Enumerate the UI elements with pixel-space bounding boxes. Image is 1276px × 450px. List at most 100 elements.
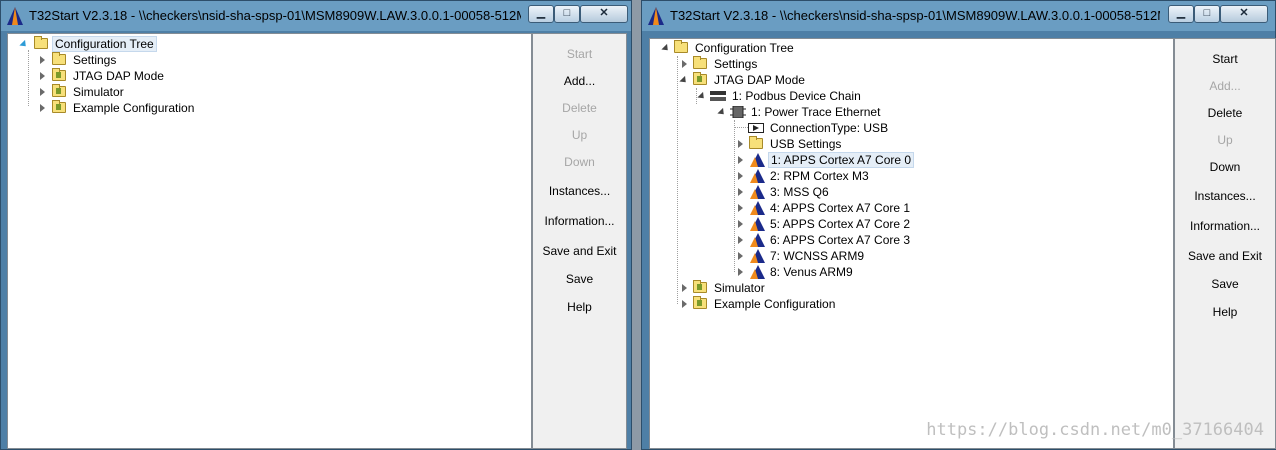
tree-item-label: Simulator	[714, 281, 765, 295]
folder-icon	[34, 36, 48, 49]
expanded-arrow-icon[interactable]	[697, 91, 707, 102]
expanded-arrow-icon[interactable]	[717, 107, 727, 118]
save-and-exit-button[interactable]: Save and Exit	[533, 244, 626, 258]
expanded-arrow-icon[interactable]	[679, 75, 689, 86]
close-button[interactable]: ✕	[1220, 5, 1268, 23]
tree-item-label: JTAG DAP Mode	[714, 73, 805, 87]
folder-icon	[749, 136, 763, 149]
collapsed-arrow-icon[interactable]	[738, 252, 743, 260]
tree-item-label: 6: APPS Cortex A7 Core 3	[770, 233, 911, 247]
tree-item-label: 1: APPS Cortex A7 Core 0	[768, 152, 915, 168]
trace32-logo-icon	[648, 7, 664, 25]
collapsed-arrow-icon[interactable]	[682, 60, 687, 68]
minimize-button[interactable]: ▁	[528, 5, 554, 23]
collapsed-arrow-icon[interactable]	[738, 220, 743, 228]
folder-icon	[52, 84, 66, 97]
collapsed-arrow-icon[interactable]	[738, 172, 743, 180]
collapsed-arrow-icon[interactable]	[738, 140, 743, 148]
tree-item-label: Simulator	[73, 85, 124, 99]
core-icon	[750, 217, 765, 231]
delete-button[interactable]: Delete	[533, 101, 626, 115]
collapsed-arrow-icon[interactable]	[40, 88, 45, 96]
core-icon	[750, 265, 765, 279]
tree-item-label: ConnectionType: USB	[770, 121, 889, 135]
save-and-exit-button[interactable]: Save and Exit	[1175, 249, 1275, 263]
collapsed-arrow-icon[interactable]	[738, 156, 743, 164]
up-button[interactable]: Up	[533, 128, 626, 142]
chip-icon	[730, 106, 746, 118]
tree-item-label: Settings	[73, 53, 117, 67]
window-title: T32Start V2.3.18 - \\checkers\nsid-sha-s…	[670, 8, 1160, 23]
watermark: https://blog.csdn.net/m0_37166404	[926, 420, 1264, 440]
tree-item-label: 3: MSS Q6	[770, 185, 829, 199]
down-button[interactable]: Down	[533, 155, 626, 169]
folder-icon	[693, 280, 707, 293]
delete-button[interactable]: Delete	[1175, 106, 1275, 120]
window-title: T32Start V2.3.18 - \\checkers\nsid-sha-s…	[29, 8, 521, 23]
tree-item-label: Example Configuration	[73, 101, 195, 115]
expanded-arrow-icon[interactable]	[661, 43, 671, 54]
help-button[interactable]: Help	[533, 300, 626, 314]
information-button[interactable]: Information...	[1175, 219, 1275, 233]
tree-item-label: 5: APPS Cortex A7 Core 2	[770, 217, 911, 231]
button-panel: Start Add... Delete Up Down Instances...…	[532, 33, 627, 449]
configuration-tree[interactable]: Configuration Tree Settings JTAG DAP Mod…	[649, 38, 1174, 449]
collapsed-arrow-icon[interactable]	[40, 104, 45, 112]
tree-item-label: 2: RPM Cortex M3	[770, 169, 869, 183]
collapsed-arrow-icon[interactable]	[40, 56, 45, 64]
tree-item-label: 1: Power Trace Ethernet	[751, 105, 881, 119]
up-button[interactable]: Up	[1175, 133, 1275, 147]
information-button[interactable]: Information...	[533, 214, 626, 228]
core-icon	[750, 233, 765, 247]
add-button[interactable]: Add...	[1175, 79, 1275, 93]
instances-button[interactable]: Instances...	[1175, 189, 1275, 203]
collapsed-arrow-icon[interactable]	[40, 72, 45, 80]
left-window: T32Start V2.3.18 - \\checkers\nsid-sha-s…	[0, 0, 632, 450]
save-button[interactable]: Save	[1175, 277, 1275, 291]
minimize-button[interactable]: ▁	[1168, 5, 1194, 23]
configuration-tree[interactable]: Configuration Tree Settings JTAG DAP Mod…	[7, 33, 532, 449]
tree-root-label: Configuration Tree	[52, 36, 157, 52]
down-button[interactable]: Down	[1175, 160, 1275, 174]
core-icon	[750, 201, 765, 215]
maximize-button[interactable]: □	[1194, 5, 1220, 23]
tree-item-label: Example Configuration	[714, 297, 836, 311]
core-icon	[750, 185, 765, 199]
save-button[interactable]: Save	[533, 272, 626, 286]
add-button[interactable]: Add...	[533, 74, 626, 88]
collapsed-arrow-icon[interactable]	[738, 204, 743, 212]
tree-item-label: JTAG DAP Mode	[73, 69, 164, 83]
folder-icon	[693, 72, 707, 85]
folder-icon	[693, 56, 707, 69]
collapsed-arrow-icon[interactable]	[682, 284, 687, 292]
tree-item-label: 4: APPS Cortex A7 Core 1	[770, 201, 911, 215]
folder-icon	[52, 100, 66, 113]
folder-icon	[674, 40, 688, 53]
core-icon	[750, 169, 765, 183]
collapsed-arrow-icon[interactable]	[738, 188, 743, 196]
right-titlebar[interactable]: T32Start V2.3.18 - \\checkers\nsid-sha-s…	[642, 1, 1275, 31]
tree-item-label: 8: Venus ARM9	[770, 265, 853, 279]
core-icon	[750, 153, 765, 167]
tree-item-label: USB Settings	[770, 137, 842, 151]
button-panel: Start Add... Delete Up Down Instances...…	[1174, 38, 1276, 449]
collapsed-arrow-icon[interactable]	[738, 268, 743, 276]
maximize-button[interactable]: □	[554, 5, 580, 23]
tree-item-label: 7: WCNSS ARM9	[770, 249, 865, 263]
left-titlebar[interactable]: T32Start V2.3.18 - \\checkers\nsid-sha-s…	[1, 1, 631, 31]
help-button[interactable]: Help	[1175, 305, 1275, 319]
instances-button[interactable]: Instances...	[533, 184, 626, 198]
start-button[interactable]: Start	[1175, 52, 1275, 66]
tree-item-label: Settings	[714, 57, 758, 71]
folder-icon	[693, 296, 707, 309]
folder-icon	[52, 52, 66, 65]
tree-item-label: 1: Podbus Device Chain	[732, 89, 861, 103]
collapsed-arrow-icon[interactable]	[682, 300, 687, 308]
collapsed-arrow-icon[interactable]	[738, 236, 743, 244]
expanded-arrow-icon[interactable]	[19, 39, 29, 50]
start-button[interactable]: Start	[533, 47, 626, 61]
close-button[interactable]: ✕	[580, 5, 628, 23]
podbus-chain-icon	[710, 91, 726, 101]
folder-icon	[52, 68, 66, 81]
right-window: T32Start V2.3.18 - \\checkers\nsid-sha-s…	[641, 0, 1276, 450]
